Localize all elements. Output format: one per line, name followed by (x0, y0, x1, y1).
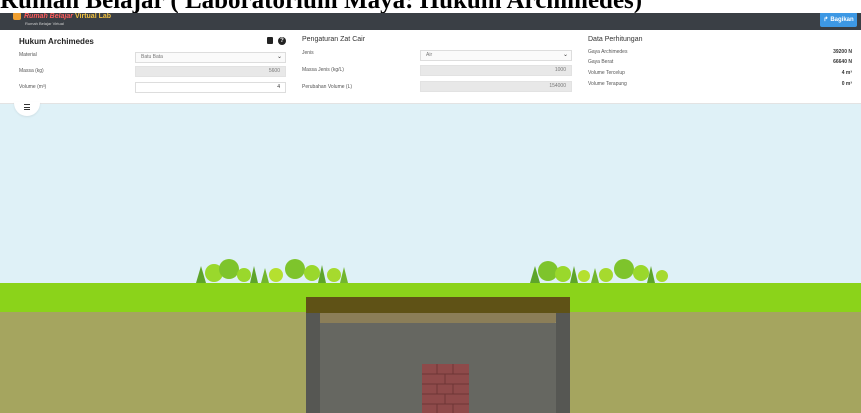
liquid-settings-panel: Pengaturan Zat Cair Jenis Air ⌄ Massa Je… (302, 30, 572, 104)
density-label: Massa Jenis (kg/L) (302, 67, 344, 73)
book-icon[interactable] (267, 37, 273, 44)
logo-subtitle: Rumah Belajar Virtual (25, 21, 64, 26)
share-icon: ↱ (823, 17, 829, 23)
chevron-down-icon: ⌄ (562, 52, 568, 58)
panel-title: Data Perhitungan (588, 36, 643, 43)
calculation-panel: Data Perhitungan Gaya Archimedes 39200 N… (588, 30, 852, 104)
logo-tag: Virtual Lab (74, 12, 112, 20)
volume-change-label: Perubahan Volume (L) (302, 84, 353, 90)
liquid-type-select[interactable]: Air ⌄ (420, 50, 572, 61)
chevron-down-icon: ⌄ (276, 54, 282, 60)
result-label: Volume Terapung (588, 81, 627, 87)
mass-label: Massa (kg) (19, 68, 44, 74)
panel-title: Pengaturan Zat Cair (302, 36, 366, 43)
result-value: 39200 N (833, 49, 852, 55)
material-label: Material (19, 52, 37, 58)
result-value: 66640 N (833, 59, 852, 65)
volume-label: Volume (m³) (19, 84, 47, 90)
result-label: Volume Tercelup (588, 70, 625, 76)
volume-change-field: 154000 (420, 81, 572, 92)
liquid-type-label: Jenis (302, 50, 314, 56)
volume-input[interactable]: 4 (135, 82, 286, 93)
result-row: Volume Terapung 0 m³ (588, 81, 852, 87)
result-row: Volume Tercelup 4 m³ (588, 70, 852, 76)
material-value: Batu Bata (141, 54, 163, 60)
result-label: Gaya Archimedes (588, 49, 628, 55)
result-label: Gaya Berat (588, 59, 614, 65)
share-label: Bagikan (830, 16, 854, 23)
page-heading: Rumah Belajar ( Laboratorium Maya: Hukum… (0, 0, 861, 13)
menu-icon (24, 104, 30, 110)
control-panel: Hukum Archimedes ? Material Batu Bata ⌄ … (0, 30, 861, 104)
liquid-type-value: Air (426, 52, 433, 58)
result-row: Gaya Archimedes 39200 N (588, 49, 852, 55)
brick-object[interactable] (422, 364, 469, 413)
mass-field: 5600 (135, 66, 286, 77)
share-button[interactable]: ↱ Bagikan (820, 12, 857, 27)
logo-icon (13, 12, 21, 20)
result-row: Gaya Berat 66640 N (588, 59, 852, 65)
logo-name: Rumah Belajar (24, 12, 74, 20)
density-field: 1000 (420, 65, 572, 76)
result-value: 0 m³ (841, 81, 852, 87)
archimedes-panel: Hukum Archimedes ? Material Batu Bata ⌄ … (19, 30, 286, 104)
help-icon[interactable]: ? (278, 37, 286, 45)
result-value: 4 m³ (841, 70, 852, 76)
panel-title: Hukum Archimedes (19, 37, 94, 46)
app-logo[interactable]: Rumah Belajar Virtual Lab Rumah Belajar … (13, 12, 112, 26)
material-select[interactable]: Batu Bata ⌄ (135, 52, 286, 63)
